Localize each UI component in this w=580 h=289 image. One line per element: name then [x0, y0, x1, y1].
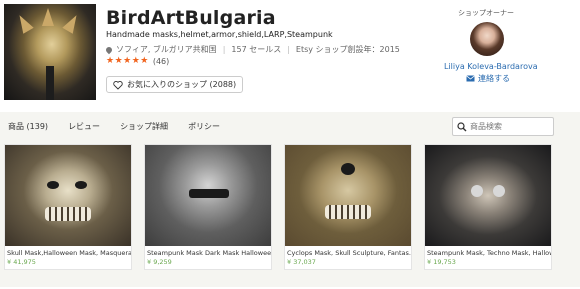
- listing-price: ¥ 37,037: [287, 258, 316, 266]
- tab-policies[interactable]: ポリシー: [188, 121, 220, 132]
- listing-image[interactable]: [5, 145, 131, 246]
- separator: |: [287, 45, 290, 54]
- tab-reviews[interactable]: レビュー: [68, 121, 100, 132]
- location-pin-icon: [104, 45, 114, 54]
- listing-image[interactable]: [285, 145, 411, 246]
- review-count[interactable]: (46): [153, 57, 169, 66]
- favorite-shop-label: お気に入りのショップ (2088): [127, 80, 237, 89]
- mask-goggle: [493, 185, 505, 197]
- favorite-shop-button[interactable]: お気に入りのショップ (2088): [106, 76, 244, 93]
- listing-title[interactable]: Steampunk Mask Dark Mask Hallowee...: [145, 246, 271, 257]
- mask-eye: [341, 163, 355, 175]
- separator: |: [222, 45, 226, 54]
- tab-items[interactable]: 商品 (139): [8, 121, 48, 132]
- mask-teeth: [325, 205, 371, 219]
- shop-tabs: 商品 (139) レビュー ショップ詳細 ポリシー: [8, 121, 240, 132]
- listing-image[interactable]: [425, 145, 551, 246]
- listing-price: ¥ 41,975: [7, 258, 36, 266]
- listing-title[interactable]: Skull Mask,Halloween Mask, Masquerad...: [5, 246, 131, 257]
- listing-title[interactable]: Cyclops Mask, Skull Sculpture, Fantas...: [285, 246, 411, 257]
- heart-icon: [113, 80, 123, 90]
- listing-card[interactable]: Steampunk Mask Dark Mask Hallowee... ¥ 9…: [144, 144, 272, 270]
- shop-name: BirdArtBulgaria: [106, 7, 276, 29]
- mask-eye: [47, 181, 59, 189]
- owner-avatar[interactable]: [470, 22, 504, 56]
- shop-banner-image: [4, 4, 96, 100]
- mask-teeth: [45, 207, 91, 221]
- contact-owner-label: 連絡する: [478, 74, 510, 83]
- listing-image[interactable]: [145, 145, 271, 246]
- helmet-spike: [42, 8, 54, 26]
- shop-search-box[interactable]: [452, 117, 554, 136]
- helmet-spike: [14, 12, 34, 34]
- shop-since: Etsy ショップ創設年：2015: [295, 45, 400, 54]
- tab-about[interactable]: ショップ詳細: [120, 121, 168, 132]
- listing-card[interactable]: Steampunk Mask, Techno Mask, Halloween..…: [424, 144, 552, 270]
- shop-tagline: Handmade masks,helmet,armor,shield,LARP,…: [106, 30, 333, 39]
- listing-card[interactable]: Cyclops Mask, Skull Sculpture, Fantas...…: [284, 144, 412, 270]
- search-icon: [457, 121, 467, 131]
- listing-price: ¥ 19,753: [427, 258, 456, 266]
- listing-price: ¥ 9,259: [147, 258, 172, 266]
- helmet-spike: [62, 12, 82, 34]
- mail-icon: [466, 75, 475, 82]
- shop-meta: ソフィア, ブルガリア共和国 | 157 セールス | Etsy ショップ創設年…: [104, 44, 400, 55]
- shop-rating[interactable]: ★★★★★ (46): [106, 56, 169, 66]
- mask-goggle: [471, 185, 483, 197]
- shop-sales: 157 セールス: [231, 45, 282, 54]
- shop-location: ソフィア, ブルガリア共和国: [116, 45, 217, 54]
- mask-eye: [75, 181, 87, 189]
- mask-visor: [189, 189, 229, 198]
- shop-search-input[interactable]: [470, 122, 550, 131]
- contact-owner-link[interactable]: 連絡する: [466, 73, 510, 84]
- shop-owner-label: ショップオーナー: [458, 9, 514, 17]
- owner-name-link[interactable]: Liliya Koleva-Bardarova: [444, 62, 538, 71]
- helmet-stand: [46, 66, 54, 100]
- listing-card[interactable]: Skull Mask,Halloween Mask, Masquerad... …: [4, 144, 132, 270]
- star-rating-icon: ★★★★★: [106, 56, 149, 66]
- listing-title[interactable]: Steampunk Mask, Techno Mask, Halloween..…: [425, 246, 551, 257]
